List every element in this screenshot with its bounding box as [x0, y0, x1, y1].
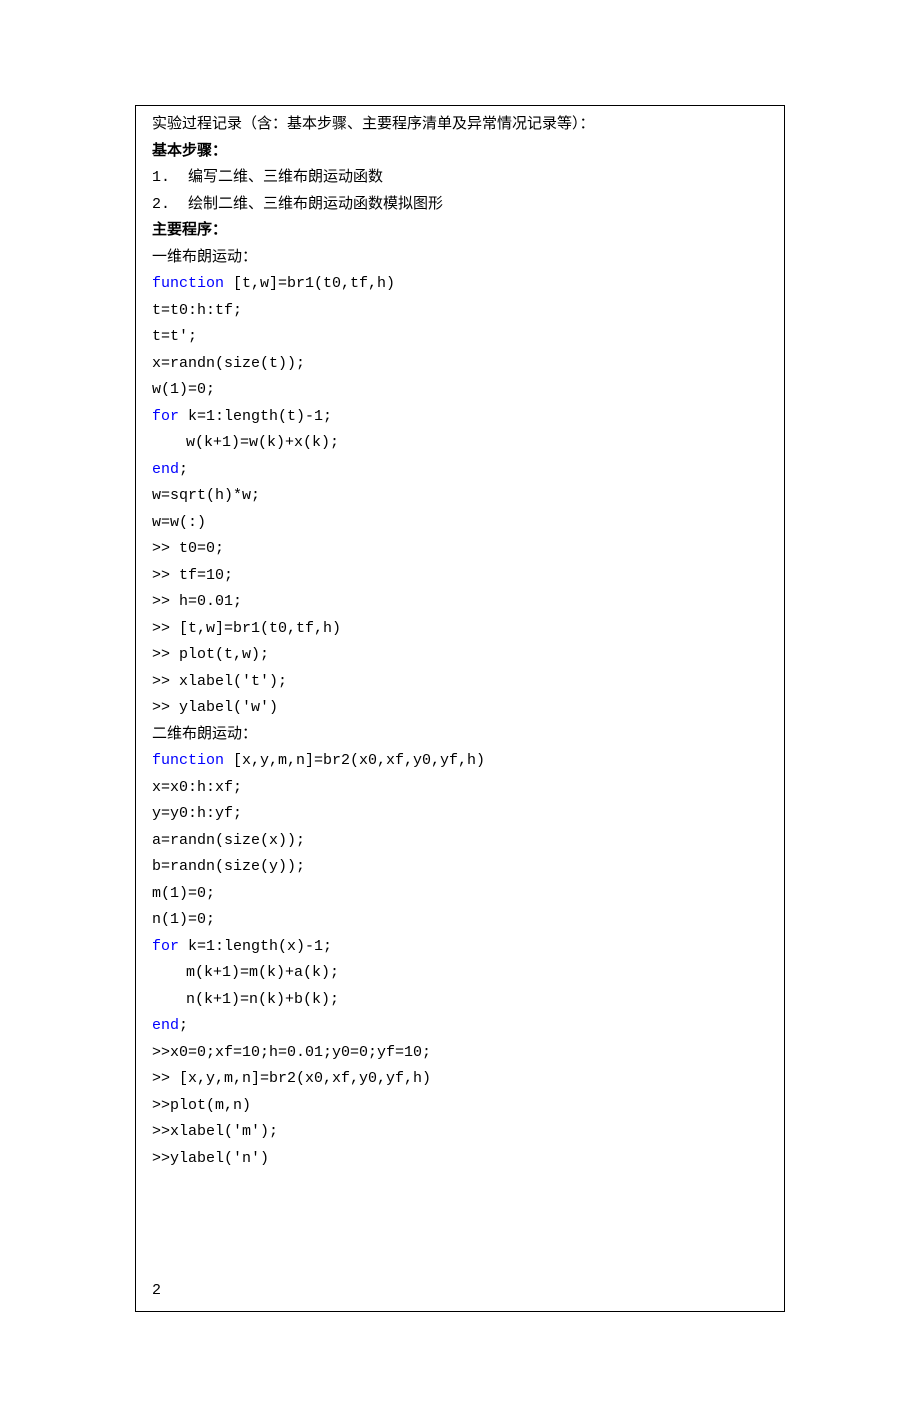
blank-line — [152, 1199, 768, 1226]
step-2: 2. 绘制二维、三维布朗运动函数模拟图形 — [152, 192, 768, 219]
keyword-for: for — [152, 408, 179, 425]
code-line: >> ylabel('w') — [152, 695, 768, 722]
code-line: n(k+1)=n(k)+b(k); — [152, 987, 768, 1014]
document-page: 实验过程记录（含：基本步骤、主要程序清单及异常情况记录等）： 基本步骤： 1. … — [135, 105, 785, 1312]
code-line: >>plot(m,n) — [152, 1093, 768, 1120]
code-line: >> [x,y,m,n]=br2(x0,xf,y0,yf,h) — [152, 1066, 768, 1093]
page-number: 2 — [152, 1278, 768, 1305]
code-line: for k=1:length(x)-1; — [152, 934, 768, 961]
code-text: k=1:length(t)-1; — [179, 408, 332, 425]
code-text: k=1:length(x)-1; — [179, 938, 332, 955]
code-line: n(1)=0; — [152, 907, 768, 934]
code-line: t=t0:h:tf; — [152, 298, 768, 325]
code-line: >> t0=0; — [152, 536, 768, 563]
code-line: >>xlabel('m'); — [152, 1119, 768, 1146]
blank-line — [152, 1252, 768, 1279]
code-text: ; — [179, 1017, 188, 1034]
section-steps-heading: 基本步骤： — [152, 139, 768, 166]
code-line: >> tf=10; — [152, 563, 768, 590]
code-line: w=sqrt(h)*w; — [152, 483, 768, 510]
blank-line — [152, 1172, 768, 1199]
keyword-end: end — [152, 1017, 179, 1034]
keyword-function: function — [152, 275, 224, 292]
code-line: a=randn(size(x)); — [152, 828, 768, 855]
code-line: function [t,w]=br1(t0,tf,h) — [152, 271, 768, 298]
section-programs-heading: 主要程序： — [152, 218, 768, 245]
code-line: end; — [152, 457, 768, 484]
code-line: >> plot(t,w); — [152, 642, 768, 669]
code-text: ; — [179, 461, 188, 478]
code-line: for k=1:length(t)-1; — [152, 404, 768, 431]
code-line: >> xlabel('t'); — [152, 669, 768, 696]
code-line: >> h=0.01; — [152, 589, 768, 616]
keyword-end: end — [152, 461, 179, 478]
program-2-title: 二维布朗运动： — [152, 722, 768, 749]
code-line: b=randn(size(y)); — [152, 854, 768, 881]
code-line: y=y0:h:yf; — [152, 801, 768, 828]
code-line: >>ylabel('n') — [152, 1146, 768, 1173]
code-line: t=t'; — [152, 324, 768, 351]
code-line: m(k+1)=m(k)+a(k); — [152, 960, 768, 987]
code-line: x=randn(size(t)); — [152, 351, 768, 378]
code-line: function [x,y,m,n]=br2(x0,xf,y0,yf,h) — [152, 748, 768, 775]
keyword-for: for — [152, 938, 179, 955]
keyword-function: function — [152, 752, 224, 769]
code-line: >>x0=0;xf=10;h=0.01;y0=0;yf=10; — [152, 1040, 768, 1067]
title-line: 实验过程记录（含：基本步骤、主要程序清单及异常情况记录等）： — [152, 112, 768, 139]
code-line: >> [t,w]=br1(t0,tf,h) — [152, 616, 768, 643]
code-line: m(1)=0; — [152, 881, 768, 908]
code-line: w=w(:) — [152, 510, 768, 537]
code-line: x=x0:h:xf; — [152, 775, 768, 802]
code-text: [x,y,m,n]=br2(x0,xf,y0,yf,h) — [224, 752, 485, 769]
step-1: 1. 编写二维、三维布朗运动函数 — [152, 165, 768, 192]
program-1-title: 一维布朗运动： — [152, 245, 768, 272]
code-line: w(1)=0; — [152, 377, 768, 404]
blank-line — [152, 1225, 768, 1252]
code-line: w(k+1)=w(k)+x(k); — [152, 430, 768, 457]
code-text: [t,w]=br1(t0,tf,h) — [224, 275, 395, 292]
code-line: end; — [152, 1013, 768, 1040]
